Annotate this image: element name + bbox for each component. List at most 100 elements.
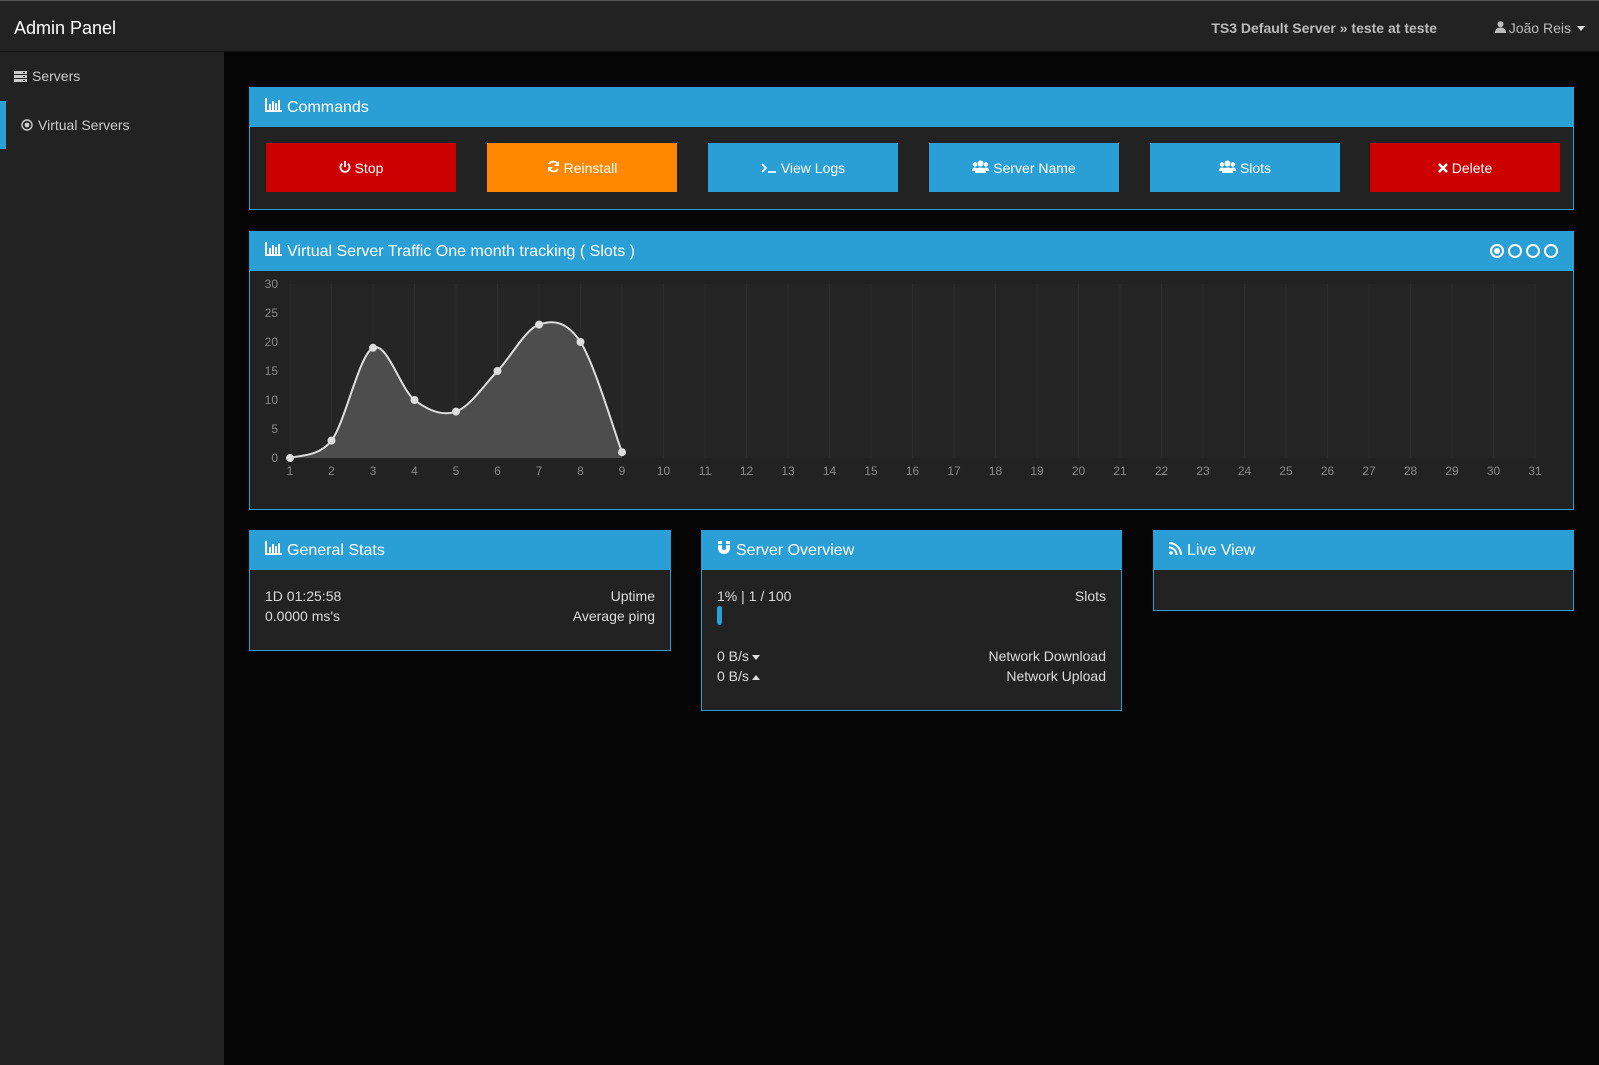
chart-x-tick-label: 29 <box>1445 464 1459 478</box>
slots-label: Slots <box>1074 588 1106 604</box>
panel-title: General Stats <box>287 541 385 559</box>
chart-x-tick-label: 2 <box>328 464 335 478</box>
chart-x-tick-label: 31 <box>1528 464 1542 478</box>
chart-x-tick-label: 28 <box>1404 464 1418 478</box>
chart-x-tick-label: 30 <box>1487 464 1501 478</box>
uptime-value: 1D 01:25:58 <box>265 588 342 604</box>
chart-x-tick-label: 13 <box>781 464 795 478</box>
server-icon <box>14 70 27 82</box>
traffic-chart: 1 2 3 4 5 6 7 8 9 10 11 12 13 14 15 16 17 18 19 20 21 22 23 24 2… <box>265 277 1542 478</box>
target-icon <box>21 119 33 131</box>
download-value: 0 B/s <box>717 648 749 664</box>
chart-x-tick-label: 24 <box>1238 464 1252 478</box>
upload-value: 0 B/s <box>717 668 749 684</box>
delete-button[interactable]: Delete <box>1370 143 1560 192</box>
sidebar-item-label: Servers <box>32 68 81 84</box>
chart-pager-dot[interactable] <box>1490 244 1504 258</box>
traffic-panel-header: Virtual Server Traffic One month trackin… <box>250 232 1573 271</box>
stat-row-uptime: 1D 01:25:58 Uptime <box>265 588 655 604</box>
chart-x-tick-label: 21 <box>1113 464 1127 478</box>
sidebar: Servers Virtual Servers <box>0 52 224 1065</box>
general-stats-panel: General Stats 1D 01:25:58 Uptime 0.0000 … <box>249 530 671 651</box>
chart-x-tick-label: 16 <box>906 464 920 478</box>
live-view-panel: Live View <box>1153 530 1574 611</box>
chart-data-point <box>493 367 502 375</box>
slots-value: 1% | 1 / 100 <box>717 588 792 604</box>
top-navbar: Admin Panel TS3 Default Server » teste a… <box>0 0 1599 52</box>
uptime-label: Uptime <box>610 588 655 604</box>
user-menu[interactable]: João Reis <box>1494 20 1585 36</box>
chart-data-point <box>327 436 336 445</box>
chart-pager-dot[interactable] <box>1526 244 1540 258</box>
chart-data-point <box>618 448 626 457</box>
slots-button[interactable]: Slots <box>1150 143 1340 192</box>
chart-y-tick-label: 0 <box>271 451 278 465</box>
bar-chart-icon <box>265 541 282 560</box>
download-row: 0 B/s Network Download <box>717 648 1106 664</box>
chart-data-point <box>576 338 585 346</box>
chart-x-tick-label: 17 <box>947 464 961 478</box>
ping-value: 0.0000 ms's <box>265 608 341 624</box>
user-icon <box>1494 20 1506 36</box>
upload-label: Network Upload <box>1006 668 1106 684</box>
user-name: João Reis <box>1508 20 1571 36</box>
server-breadcrumb[interactable]: TS3 Default Server » teste at teste <box>1211 20 1437 36</box>
chart-pager <box>1490 244 1558 258</box>
chart-x-tick-label: 5 <box>453 464 460 478</box>
chart-x-tick-label: 4 <box>411 464 418 478</box>
arrow-down-icon <box>751 654 760 660</box>
chart-y-tick-label: 30 <box>265 277 279 291</box>
stop-button[interactable]: Stop <box>266 143 456 192</box>
users-icon <box>1218 160 1236 176</box>
slots-progress-bar <box>717 606 722 625</box>
view-logs-button[interactable]: View Logs <box>708 143 898 192</box>
panel-title: Virtual Server Traffic One month trackin… <box>287 242 635 260</box>
chart-x-tick-label: 23 <box>1196 464 1210 478</box>
bar-chart-icon <box>265 242 282 261</box>
slots-row: 1% | 1 / 100 Slots <box>717 588 1106 604</box>
chart-data-point <box>452 407 460 416</box>
server-name-button-label: Server Name <box>993 159 1076 176</box>
chart-pager-dot[interactable] <box>1508 244 1522 258</box>
chart-y-tick-label: 20 <box>265 335 279 349</box>
chart-x-tick-label: 8 <box>577 464 584 478</box>
chart-data-point <box>369 343 377 352</box>
chart-y-tick-label: 5 <box>271 422 278 436</box>
chart-y-tick-label: 25 <box>265 306 279 320</box>
refresh-icon <box>547 160 560 176</box>
sidebar-item-virtual-servers[interactable]: Virtual Servers <box>0 101 224 149</box>
chart-x-tick-label: 19 <box>1030 464 1044 478</box>
panel-title: Live View <box>1187 541 1256 559</box>
server-name-button[interactable]: Server Name <box>929 143 1119 192</box>
upload-row: 0 B/s Network Upload <box>717 668 1106 684</box>
ping-label: Average ping <box>572 608 655 624</box>
bar-chart-icon <box>265 98 282 117</box>
live-view-header: Live View <box>1154 531 1573 570</box>
chart-y-tick-label: 15 <box>265 364 279 378</box>
panel-title: Commands <box>287 98 369 116</box>
reinstall-button[interactable]: Reinstall <box>487 143 677 192</box>
chart-x-tick-label: 22 <box>1155 464 1169 478</box>
chart-x-tick-label: 15 <box>864 464 878 478</box>
chart-x-tick-label: 12 <box>740 464 754 478</box>
download-label: Network Download <box>988 648 1107 664</box>
chevron-down-icon <box>1577 25 1585 31</box>
sidebar-item-servers[interactable]: Servers <box>0 52 224 100</box>
chart-x-tick-label: 1 <box>287 464 294 478</box>
panel-title: Server Overview <box>736 541 855 559</box>
view-logs-button-label: View Logs <box>780 159 846 176</box>
commands-panel-header: Commands <box>250 88 1573 127</box>
power-icon <box>339 160 351 176</box>
chart-x-tick-label: 27 <box>1362 464 1376 478</box>
server-overview-header: Server Overview <box>702 531 1121 570</box>
traffic-panel: Virtual Server Traffic One month trackin… <box>249 231 1574 510</box>
chart-x-tick-label: 18 <box>989 464 1003 478</box>
chart-x-tick-label: 25 <box>1279 464 1293 478</box>
chart-x-tick-label: 6 <box>494 464 501 478</box>
sidebar-item-label: Virtual Servers <box>38 117 130 133</box>
chart-x-tick-label: 7 <box>536 464 543 478</box>
slots-button-label: Slots <box>1239 159 1272 176</box>
chart-pager-dot[interactable] <box>1544 244 1558 258</box>
server-overview-panel: Server Overview 1% | 1 / 100 Slots 0 B/s… <box>701 530 1122 711</box>
brand-title[interactable]: Admin Panel <box>14 18 116 39</box>
